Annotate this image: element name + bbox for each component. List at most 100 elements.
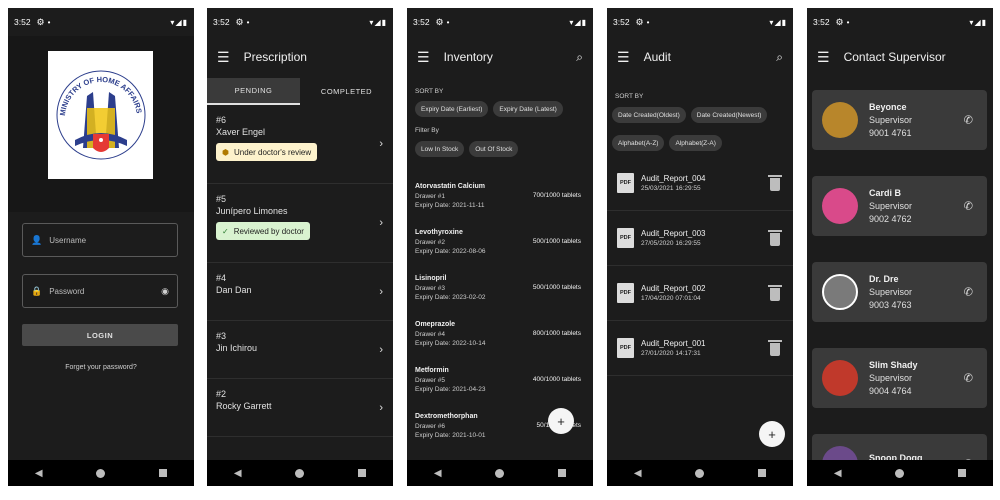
list-item[interactable]: Lisinopril Drawer #3 Expiry Date: 2023-0… xyxy=(407,275,593,321)
home-icon[interactable] xyxy=(695,468,705,478)
medicine-name: Omeprazole xyxy=(415,321,456,328)
list-item[interactable]: Metformin Drawer #5 Expiry Date: 2021-04… xyxy=(407,367,593,413)
list-item[interactable]: PDF Audit_Report_003 27/05/2020 16:29:55 xyxy=(607,211,793,266)
contact-card[interactable]: Beyonce Supervisor 9001 4761 ✆ xyxy=(812,90,987,150)
list-item[interactable]: #6 Xaver Engel ⬢ Under doctor's review › xyxy=(207,105,393,184)
add-report-button[interactable]: + xyxy=(759,421,785,447)
list-item[interactable]: Atorvastatin Calcium Drawer #1 Expiry Da… xyxy=(407,183,593,229)
password-field[interactable]: 🔒 Password ◉ xyxy=(22,274,178,308)
prescription-number: #3 xyxy=(216,331,227,341)
stock-quantity: 400/1000 tablets xyxy=(532,376,581,383)
eye-icon[interactable]: ◉ xyxy=(161,286,169,297)
back-icon[interactable]: ◀ xyxy=(234,468,242,479)
delete-icon[interactable] xyxy=(768,285,782,301)
home-icon[interactable] xyxy=(96,468,106,478)
search-icon[interactable]: ⌕ xyxy=(776,50,783,65)
home-icon[interactable] xyxy=(495,468,505,478)
sort-chip-date-oldest[interactable]: Date Created(Oldest) xyxy=(612,107,686,123)
contact-card[interactable]: Slim Shady Supervisor 9004 4764 ✆ xyxy=(812,348,987,408)
back-icon[interactable]: ◀ xyxy=(634,468,642,479)
username-placeholder: Username xyxy=(49,235,87,245)
app-bar: ☰ Contact Supervisor xyxy=(807,36,993,78)
status-badge-label: Under doctor's review xyxy=(233,147,312,157)
back-icon[interactable]: ◀ xyxy=(35,468,43,479)
menu-icon[interactable]: ☰ xyxy=(217,49,230,66)
home-icon[interactable] xyxy=(895,468,905,478)
tab-pending[interactable]: PENDING xyxy=(207,78,300,105)
contact-card[interactable]: Cardi B Supervisor 9002 4762 ✆ xyxy=(812,176,987,236)
pdf-icon: PDF xyxy=(617,228,634,248)
list-item[interactable]: #3 Jin Ichirou › xyxy=(207,321,393,379)
delete-icon[interactable] xyxy=(768,230,782,246)
tab-completed[interactable]: COMPLETED xyxy=(300,78,393,105)
add-item-button[interactable]: + xyxy=(548,408,574,434)
prescription-screen: 3:52 ⚙ • ▾◢▮ ☰ Prescription PENDING COMP… xyxy=(207,8,393,486)
signal-battery-icons: ▾◢▮ xyxy=(769,17,787,27)
check-icon: ✓ xyxy=(222,226,229,236)
sort-chip-expiry-earliest[interactable]: Expiry Date (Earliest) xyxy=(415,101,489,117)
contact-role: Supervisor xyxy=(869,201,913,211)
settings-status-icon: ⚙ xyxy=(36,16,45,27)
system-nav-bar: ◀ xyxy=(207,460,393,486)
recents-icon[interactable] xyxy=(958,469,967,477)
report-name: Audit_Report_004 xyxy=(641,174,706,183)
recents-icon[interactable] xyxy=(358,469,367,477)
menu-icon[interactable]: ☰ xyxy=(617,49,630,66)
recents-icon[interactable] xyxy=(758,469,767,477)
contact-card[interactable]: Dr. Dre Supervisor 9003 4763 ✆ xyxy=(812,262,987,322)
sort-chip-alphabet-za[interactable]: Alphabet(Z-A) xyxy=(669,135,722,151)
page-title: Contact Supervisor xyxy=(843,50,946,64)
avatar xyxy=(822,274,858,310)
status-time: 3:52 xyxy=(813,17,830,27)
filter-chip-low-stock[interactable]: Low In Stock xyxy=(415,141,465,157)
notification-dot-icon: • xyxy=(846,17,850,27)
expiry-date: Expiry Date: 2021-10-01 xyxy=(415,432,486,439)
list-item[interactable]: PDF Audit_Report_004 25/03/2021 16:29:55 xyxy=(607,156,793,211)
system-nav-bar: ◀ xyxy=(807,460,993,486)
forgot-password-link[interactable]: Forget your password? xyxy=(8,364,194,371)
phone-icon[interactable]: ✆ xyxy=(964,114,973,127)
phone-icon[interactable]: ✆ xyxy=(964,200,973,213)
settings-status-icon: ⚙ xyxy=(435,16,444,27)
phone-icon[interactable]: ✆ xyxy=(964,286,973,299)
page-title: Prescription xyxy=(243,50,307,64)
lock-icon: 🔒 xyxy=(31,285,43,296)
list-item[interactable]: PDF Audit_Report_002 17/04/2020 07:01:04 xyxy=(607,266,793,321)
search-icon[interactable]: ⌕ xyxy=(576,50,583,65)
status-time: 3:52 xyxy=(413,17,430,27)
list-item[interactable]: #2 Rocky Garrett › xyxy=(207,379,393,437)
list-item[interactable]: #4 Dan Dan › xyxy=(207,263,393,321)
list-item[interactable]: PDF Audit_Report_001 27/01/2020 14:17:31 xyxy=(607,321,793,376)
ministry-logo: MINISTRY OF HOME AFFAIRS xyxy=(48,51,153,179)
stock-quantity: 500/1000 tablets xyxy=(532,284,581,291)
report-date: 27/05/2020 16:29:55 xyxy=(641,240,701,247)
system-nav-bar: ◀ xyxy=(8,460,194,486)
list-item[interactable]: Levothyroxine Drawer #2 Expiry Date: 202… xyxy=(407,229,593,275)
filter-chip-out-of-stock[interactable]: Out Of Stock xyxy=(469,141,519,157)
back-icon[interactable]: ◀ xyxy=(834,468,842,479)
recents-icon[interactable] xyxy=(558,469,567,477)
ministry-crest-icon: MINISTRY OF HOME AFFAIRS xyxy=(56,70,145,160)
menu-icon[interactable]: ☰ xyxy=(417,49,430,66)
app-bar: ☰ Prescription xyxy=(207,36,393,78)
menu-icon[interactable]: ☰ xyxy=(817,49,830,66)
delete-icon[interactable] xyxy=(768,340,782,356)
phone-icon[interactable]: ✆ xyxy=(964,372,973,385)
username-field[interactable]: 👤 Username xyxy=(22,223,178,257)
list-item[interactable]: Omeprazole Drawer #4 Expiry Date: 2022-1… xyxy=(407,321,593,367)
sort-chip-expiry-latest[interactable]: Expiry Date (Latest) xyxy=(493,101,563,117)
sort-chip-date-newest[interactable]: Date Created(Newest) xyxy=(690,107,768,123)
login-button[interactable]: LOGIN xyxy=(22,324,178,346)
report-name: Audit_Report_001 xyxy=(641,339,706,348)
prescription-number: #5 xyxy=(216,194,227,204)
home-icon[interactable] xyxy=(295,468,305,478)
recents-icon[interactable] xyxy=(159,469,168,477)
report-name: Audit_Report_003 xyxy=(641,229,706,238)
contact-name: Dr. Dre xyxy=(869,274,899,284)
back-icon[interactable]: ◀ xyxy=(434,468,442,479)
delete-icon[interactable] xyxy=(768,175,782,191)
contact-role: Supervisor xyxy=(869,287,913,297)
list-item[interactable]: #5 Junípero Limones ✓ Reviewed by doctor… xyxy=(207,184,393,263)
sort-chip-alphabet-az[interactable]: Alphabet(A-Z) xyxy=(612,135,665,151)
sort-chips: Expiry Date (Earliest) Expiry Date (Late… xyxy=(415,101,563,117)
